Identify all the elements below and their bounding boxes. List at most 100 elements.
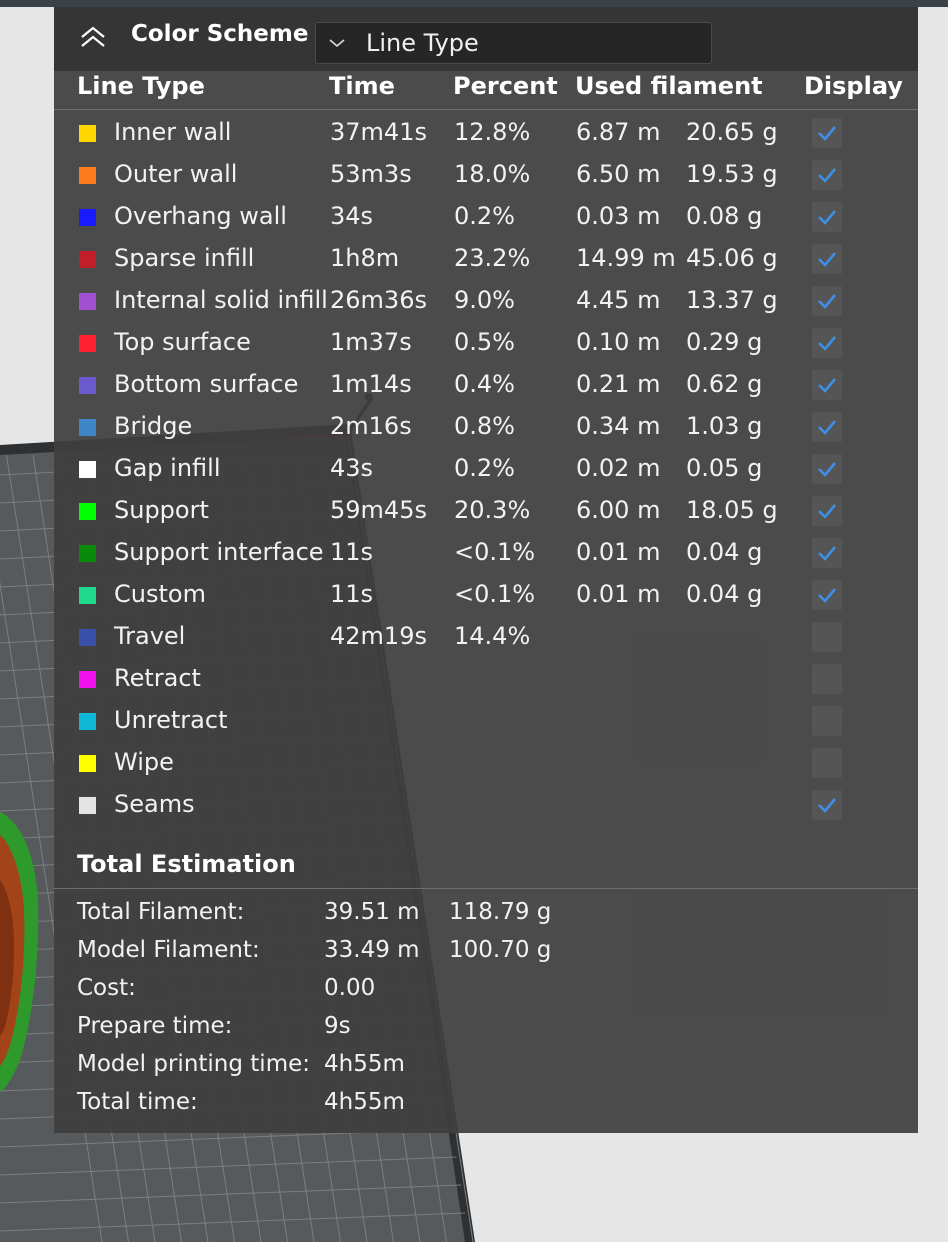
display-checkbox[interactable] (812, 790, 842, 820)
total-row: Model printing time: 4h55m (54, 1049, 918, 1087)
line-type-time: 26m36s (330, 286, 427, 314)
line-type-percent: 0.8% (454, 412, 515, 440)
display-checkbox[interactable] (812, 118, 842, 148)
total-value: 4h55m (324, 1089, 405, 1115)
filament-length: 0.34 m (576, 412, 661, 440)
color-swatch (79, 755, 96, 772)
line-type-row: Inner wall 37m41s 12.8% 6.87 m 20.65 g (54, 112, 918, 154)
total-label: Total Filament: (77, 899, 245, 925)
color-swatch (79, 251, 96, 268)
filament-weight: 1.03 g (686, 412, 763, 440)
legend-header: Color Scheme Line Type (54, 7, 918, 71)
checkmark-icon (818, 462, 836, 477)
line-type-time: 2m16s (330, 412, 412, 440)
column-header-display: Display (804, 72, 903, 100)
line-type-time: 37m41s (330, 118, 427, 146)
checkmark-icon (818, 294, 836, 309)
total-row: Cost: 0.00 (54, 973, 918, 1011)
color-scheme-dropdown[interactable]: Line Type (315, 22, 712, 64)
line-type-row: Outer wall 53m3s 18.0% 6.50 m 19.53 g (54, 154, 918, 196)
color-swatch (79, 335, 96, 352)
display-checkbox[interactable] (812, 328, 842, 358)
display-checkbox[interactable] (812, 286, 842, 316)
filament-length: 0.01 m (576, 538, 661, 566)
line-type-name: Sparse infill (114, 244, 255, 272)
line-type-percent: <0.1% (454, 580, 536, 608)
display-checkbox[interactable] (812, 622, 842, 652)
display-checkbox[interactable] (812, 202, 842, 232)
color-swatch (79, 125, 96, 142)
display-checkbox[interactable] (812, 370, 842, 400)
line-type-row: Gap infill 43s 0.2% 0.02 m 0.05 g (54, 448, 918, 490)
filament-length: 6.00 m (576, 496, 661, 524)
display-checkbox[interactable] (812, 748, 842, 778)
line-type-time: 53m3s (330, 160, 412, 188)
line-type-name: Internal solid infill (114, 286, 328, 314)
color-swatch (79, 419, 96, 436)
line-type-time: 42m19s (330, 622, 427, 650)
filament-length: 0.01 m (576, 580, 661, 608)
color-swatch (79, 587, 96, 604)
line-type-time: 1m14s (330, 370, 412, 398)
filament-length: 0.02 m (576, 454, 661, 482)
line-type-name: Seams (114, 790, 195, 818)
color-swatch (79, 503, 96, 520)
display-checkbox[interactable] (812, 580, 842, 610)
checkmark-icon (818, 504, 836, 519)
collapse-icon[interactable] (78, 23, 108, 51)
checkmark-icon (818, 336, 836, 351)
column-header-line-type: Line Type (77, 72, 205, 100)
filament-weight: 19.53 g (686, 160, 778, 188)
line-type-name: Overhang wall (114, 202, 287, 230)
display-checkbox[interactable] (812, 664, 842, 694)
line-type-percent: 14.4% (454, 622, 531, 650)
total-row: Total time: 4h55m (54, 1087, 918, 1125)
filament-weight: 20.65 g (686, 118, 778, 146)
line-type-name: Top surface (114, 328, 251, 356)
total-estimation-list: Total Filament: 39.51 m 118.79 g Model Fila… (54, 897, 918, 1125)
line-type-name: Travel (114, 622, 186, 650)
total-estimation-title: Total Estimation (77, 850, 296, 878)
checkmark-icon (818, 588, 836, 603)
line-type-percent: 20.3% (454, 496, 531, 524)
display-checkbox[interactable] (812, 538, 842, 568)
line-type-name: Support interface (114, 538, 324, 566)
total-value-secondary: 118.79 g (449, 899, 552, 925)
line-type-percent: 9.0% (454, 286, 515, 314)
display-checkbox[interactable] (812, 412, 842, 442)
line-type-time: 1h8m (330, 244, 400, 272)
display-checkbox[interactable] (812, 244, 842, 274)
line-type-name: Wipe (114, 748, 174, 776)
checkmark-icon (818, 546, 836, 561)
total-divider (54, 888, 918, 889)
line-type-time: 43s (330, 454, 374, 482)
checkmark-icon (818, 126, 836, 141)
color-swatch (79, 629, 96, 646)
line-type-row: Custom 11s <0.1% 0.01 m 0.04 g (54, 574, 918, 616)
filament-length: 0.10 m (576, 328, 661, 356)
filament-weight: 13.37 g (686, 286, 778, 314)
display-checkbox[interactable] (812, 496, 842, 526)
line-type-time: 59m45s (330, 496, 427, 524)
line-type-name: Bridge (114, 412, 193, 440)
line-type-name: Custom (114, 580, 206, 608)
line-type-percent: 12.8% (454, 118, 531, 146)
total-value: 4h55m (324, 1051, 405, 1077)
display-checkbox[interactable] (812, 454, 842, 484)
line-type-percent: 0.4% (454, 370, 515, 398)
legend-panel: Color Scheme Line Type Line Type Time Pe… (54, 7, 918, 1133)
total-label: Model Filament: (77, 937, 260, 963)
filament-length: 14.99 m (576, 244, 676, 272)
line-type-percent: 23.2% (454, 244, 531, 272)
header-divider (54, 109, 918, 110)
checkmark-icon (818, 252, 836, 267)
total-value: 9s (324, 1013, 351, 1039)
chevron-down-icon (329, 39, 345, 48)
line-type-row: Support interface 11s <0.1% 0.01 m 0.04 g (54, 532, 918, 574)
display-checkbox[interactable] (812, 160, 842, 190)
line-type-row: Internal solid infill 26m36s 9.0% 4.45 m 13.… (54, 280, 918, 322)
total-row: Model Filament: 33.49 m 100.70 g (54, 935, 918, 973)
color-swatch (79, 797, 96, 814)
display-checkbox[interactable] (812, 706, 842, 736)
total-value: 39.51 m (324, 899, 420, 925)
